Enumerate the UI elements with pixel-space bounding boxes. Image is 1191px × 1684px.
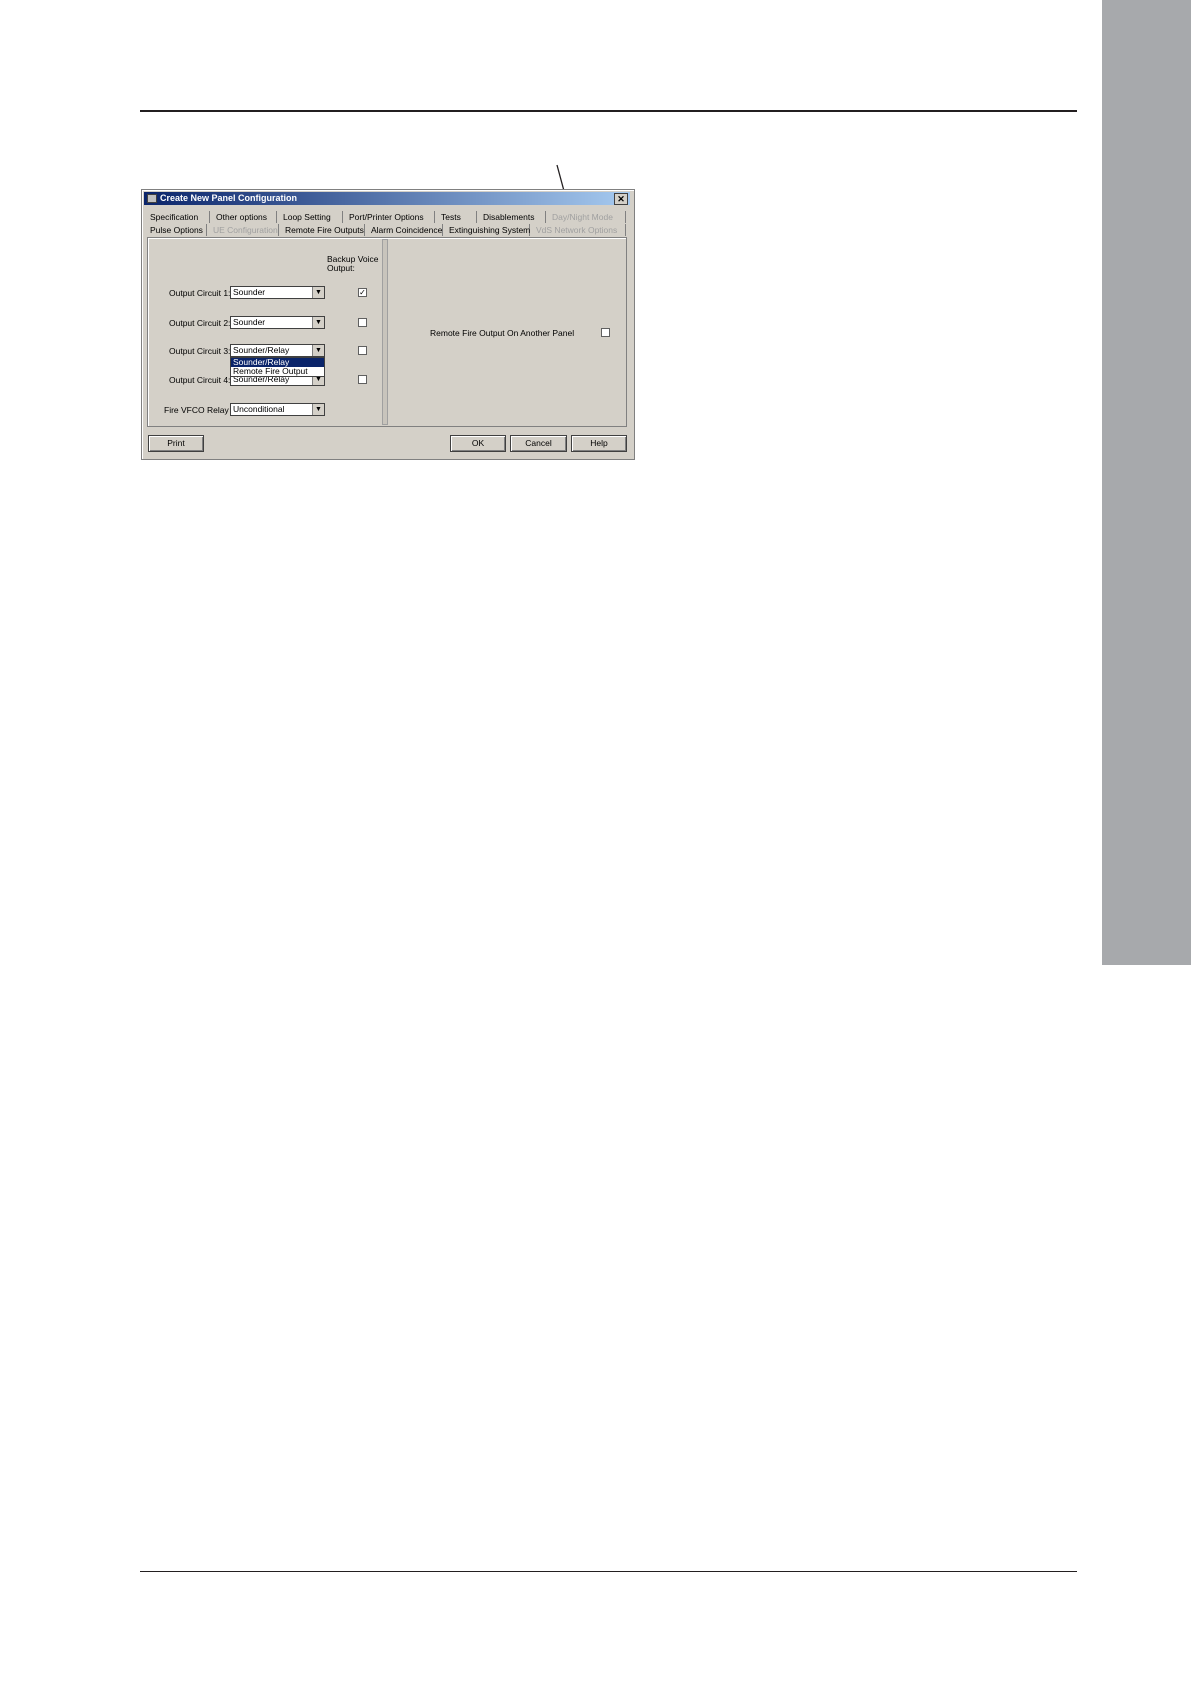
- tab-loop-setting[interactable]: Loop Setting: [280, 211, 343, 223]
- output-circuit-3-dropdown-list: Sounder/Relay Remote Fire Output: [230, 357, 325, 377]
- cancel-button[interactable]: Cancel: [510, 435, 567, 452]
- output-circuit-2-label: Output Circuit 2:: [169, 318, 231, 328]
- window-icon: [147, 194, 157, 203]
- tab-ue-configuration[interactable]: UE Configuration: [210, 224, 279, 236]
- output-circuit-1-value: Sounder: [233, 287, 266, 297]
- create-panel-configuration-dialog: Create New Panel Configuration ✕ Specifi…: [141, 189, 635, 460]
- dropdown-option-remote-fire-output[interactable]: Remote Fire Output: [231, 367, 324, 376]
- output-circuit-1-select[interactable]: Sounder ▼: [230, 286, 325, 299]
- tab-extinguishing-system[interactable]: Extinguishing System: [446, 224, 530, 236]
- ok-button[interactable]: OK: [450, 435, 506, 452]
- output-circuit-3-value: Sounder/Relay: [233, 345, 290, 355]
- output-circuit-1-label: Output Circuit 1:: [169, 288, 231, 298]
- dialog-titlebar[interactable]: Create New Panel Configuration ✕: [144, 192, 630, 205]
- tab-disablements[interactable]: Disablements: [480, 211, 546, 223]
- backup-voice-3-checkbox[interactable]: [358, 346, 367, 355]
- tab-port-printer-options[interactable]: Port/Printer Options: [346, 211, 435, 223]
- output-circuit-2-select[interactable]: Sounder ▼: [230, 316, 325, 329]
- tab-vds-network-options[interactable]: VdS Network Options: [533, 224, 626, 236]
- backup-voice-2-checkbox[interactable]: [358, 318, 367, 327]
- remote-fire-output-label: Remote Fire Output On Another Panel: [430, 328, 575, 338]
- tab-pulse-options[interactable]: Pulse Options: [147, 224, 207, 236]
- chevron-down-icon: ▼: [312, 317, 324, 328]
- fire-vfco-relay-label: Fire VFCO Relay: [164, 405, 229, 415]
- fire-vfco-relay-select[interactable]: Unconditional ▼: [230, 403, 325, 416]
- backup-voice-header-2: Output:: [327, 263, 355, 273]
- output-circuit-4-label: Output Circuit 4:: [169, 375, 231, 385]
- tab-tests[interactable]: Tests: [438, 211, 477, 223]
- print-button[interactable]: Print: [148, 435, 204, 452]
- chevron-down-icon: ▼: [312, 287, 324, 298]
- tab-day-night-mode[interactable]: Day/Night Mode: [549, 211, 626, 223]
- backup-voice-4-checkbox[interactable]: [358, 375, 367, 384]
- tab-specification[interactable]: Specification: [147, 211, 210, 223]
- output-circuit-3-label: Output Circuit 3:: [169, 346, 231, 356]
- close-button[interactable]: ✕: [614, 193, 628, 205]
- panel-divider: [382, 239, 388, 425]
- remote-fire-output-checkbox[interactable]: [601, 328, 610, 337]
- tab-alarm-coincidence[interactable]: Alarm Coincidence: [368, 224, 443, 236]
- chevron-down-icon: ▼: [312, 404, 324, 415]
- tab-other-options[interactable]: Other options: [213, 211, 277, 223]
- output-circuit-3-select[interactable]: Sounder/Relay ▼: [230, 344, 325, 357]
- backup-voice-1-checkbox[interactable]: ✓: [358, 288, 367, 297]
- chevron-down-icon: ▼: [312, 345, 324, 356]
- output-circuit-2-value: Sounder: [233, 317, 266, 327]
- tab-remote-fire-outputs[interactable]: Remote Fire Outputs: [282, 224, 365, 236]
- fire-vfco-relay-value: Unconditional: [233, 404, 285, 414]
- help-button[interactable]: Help: [571, 435, 627, 452]
- dialog-title: Create New Panel Configuration: [160, 193, 298, 203]
